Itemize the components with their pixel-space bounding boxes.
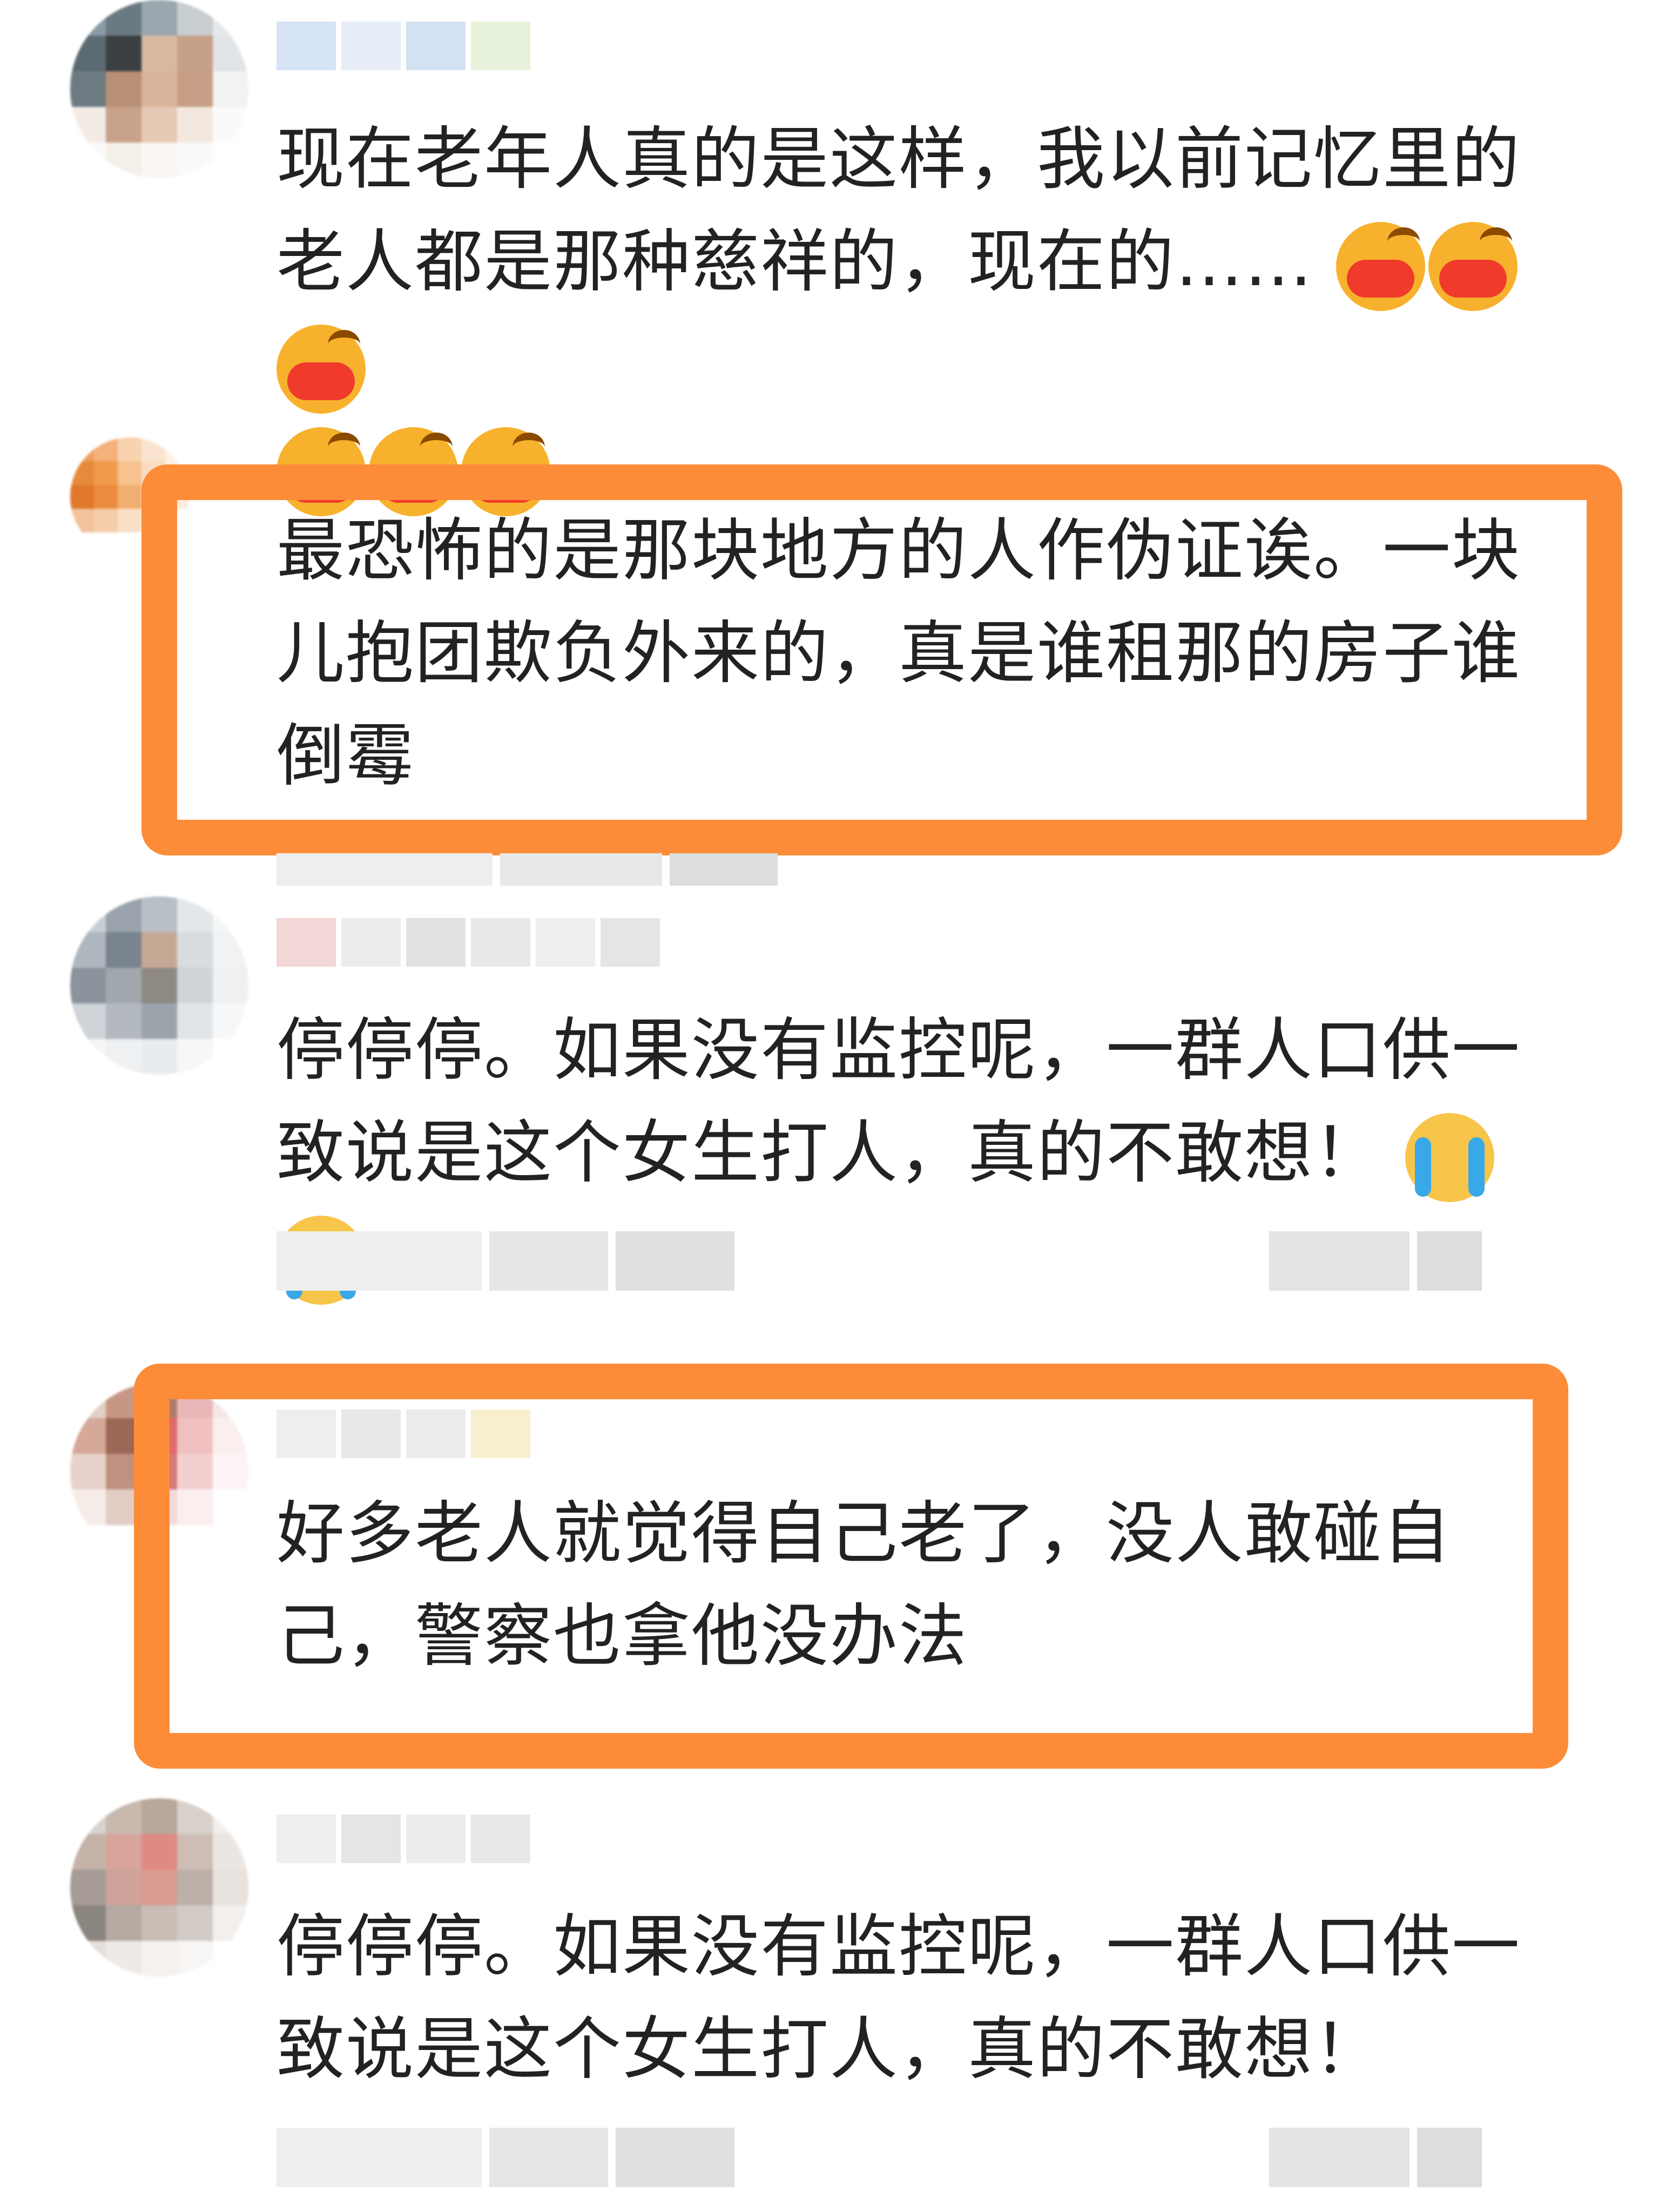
crying-emoji-icon (1405, 1112, 1495, 1202)
comment-meta-censored (276, 2128, 734, 2187)
comment-text: 现在老年人真的是这样，我以前记忆里的 老人都是那种慈祥的，现在的…… (276, 108, 1573, 518)
kiss-emoji-icon (1336, 221, 1426, 311)
avatar[interactable] (70, 0, 248, 178)
comment-text: 停停停。如果没有监控呢，一群人口供一 致说是这个女生打人，真的不敢想！ (276, 1907, 1521, 2089)
kiss-emoji-icon (276, 324, 366, 414)
like-action-censored[interactable] (1269, 2128, 1482, 2187)
kiss-emoji-icon (1428, 221, 1518, 311)
username-censored (276, 22, 530, 70)
comment-text: 好多老人就觉得自己老了，没人敢碰自 己，警察也拿他没办法 (276, 1494, 1452, 1676)
comment-meta-censored (276, 853, 778, 886)
username-censored (276, 1410, 530, 1458)
comment-meta-censored (276, 1231, 734, 1291)
username-censored (276, 1815, 530, 1863)
comment-text: 最恐怖的是那块地方的人作伪证诶。一块 儿抱团欺负外来的，真是谁租那的房子谁 倒霉 (276, 511, 1521, 795)
username-censored (276, 918, 660, 967)
avatar[interactable] (70, 1798, 248, 1977)
like-action-censored[interactable] (1269, 1231, 1482, 1291)
avatar[interactable] (70, 896, 248, 1075)
